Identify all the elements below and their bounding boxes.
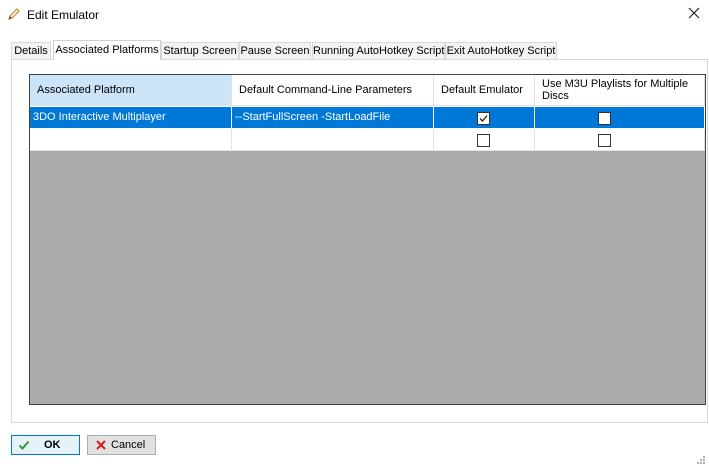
default-emulator-checkbox[interactable]: [477, 112, 490, 125]
x-icon: [95, 439, 107, 451]
tab-running-autohotkey-script[interactable]: Running AutoHotkey Script: [312, 42, 445, 59]
pencil-icon: [7, 7, 21, 21]
checkmark-icon: [18, 439, 30, 451]
use-m3u-cell: [535, 129, 705, 151]
close-button[interactable]: [683, 4, 705, 24]
default-emulator-cell: [434, 129, 535, 151]
tab-startup-screen[interactable]: Startup Screen: [161, 42, 239, 59]
tab-details[interactable]: Details: [11, 42, 51, 59]
checkmark-icon: [479, 115, 488, 122]
resize-grip-icon[interactable]: [696, 455, 706, 465]
use-m3u-checkbox[interactable]: [598, 112, 611, 125]
title-bar: Edit Emulator: [0, 0, 709, 30]
platforms-grid[interactable]: Associated Platform Default Command-Line…: [29, 74, 706, 405]
tab-associated-platforms[interactable]: Associated Platforms: [53, 40, 161, 60]
cancel-button[interactable]: Cancel: [87, 435, 156, 455]
column-header-default-emulator[interactable]: Default Emulator: [434, 75, 535, 106]
tab-exit-autohotkey-script[interactable]: Exit AutoHotkey Script: [445, 42, 557, 59]
platform-cell[interactable]: 3DO Interactive Multiplayer: [30, 107, 232, 129]
column-header-associated-platform[interactable]: Associated Platform: [30, 75, 232, 106]
platform-cell[interactable]: [30, 129, 232, 151]
parameters-cell[interactable]: --StartFullScreen -StartLoadFile: [232, 107, 434, 129]
use-m3u-checkbox[interactable]: [598, 134, 611, 147]
ok-button-label: OK: [44, 439, 61, 451]
parameters-cell[interactable]: [232, 129, 434, 151]
table-row[interactable]: 3DO Interactive Multiplayer --StartFullS…: [30, 107, 705, 129]
table-row[interactable]: [30, 129, 705, 151]
ok-button[interactable]: OK: [11, 435, 80, 455]
grid-header: Associated Platform Default Command-Line…: [30, 75, 705, 107]
window-title: Edit Emulator: [27, 8, 100, 22]
tab-pause-screen[interactable]: Pause Screen: [239, 42, 311, 59]
column-header-use-m3u[interactable]: Use M3U Playlists for Multiple Discs: [535, 75, 705, 106]
cancel-button-label: Cancel: [111, 439, 146, 451]
close-icon: [688, 7, 700, 19]
use-m3u-cell: [535, 107, 705, 129]
default-emulator-cell: [434, 107, 535, 129]
default-emulator-checkbox[interactable]: [477, 134, 490, 147]
column-header-parameters[interactable]: Default Command-Line Parameters: [232, 75, 434, 106]
